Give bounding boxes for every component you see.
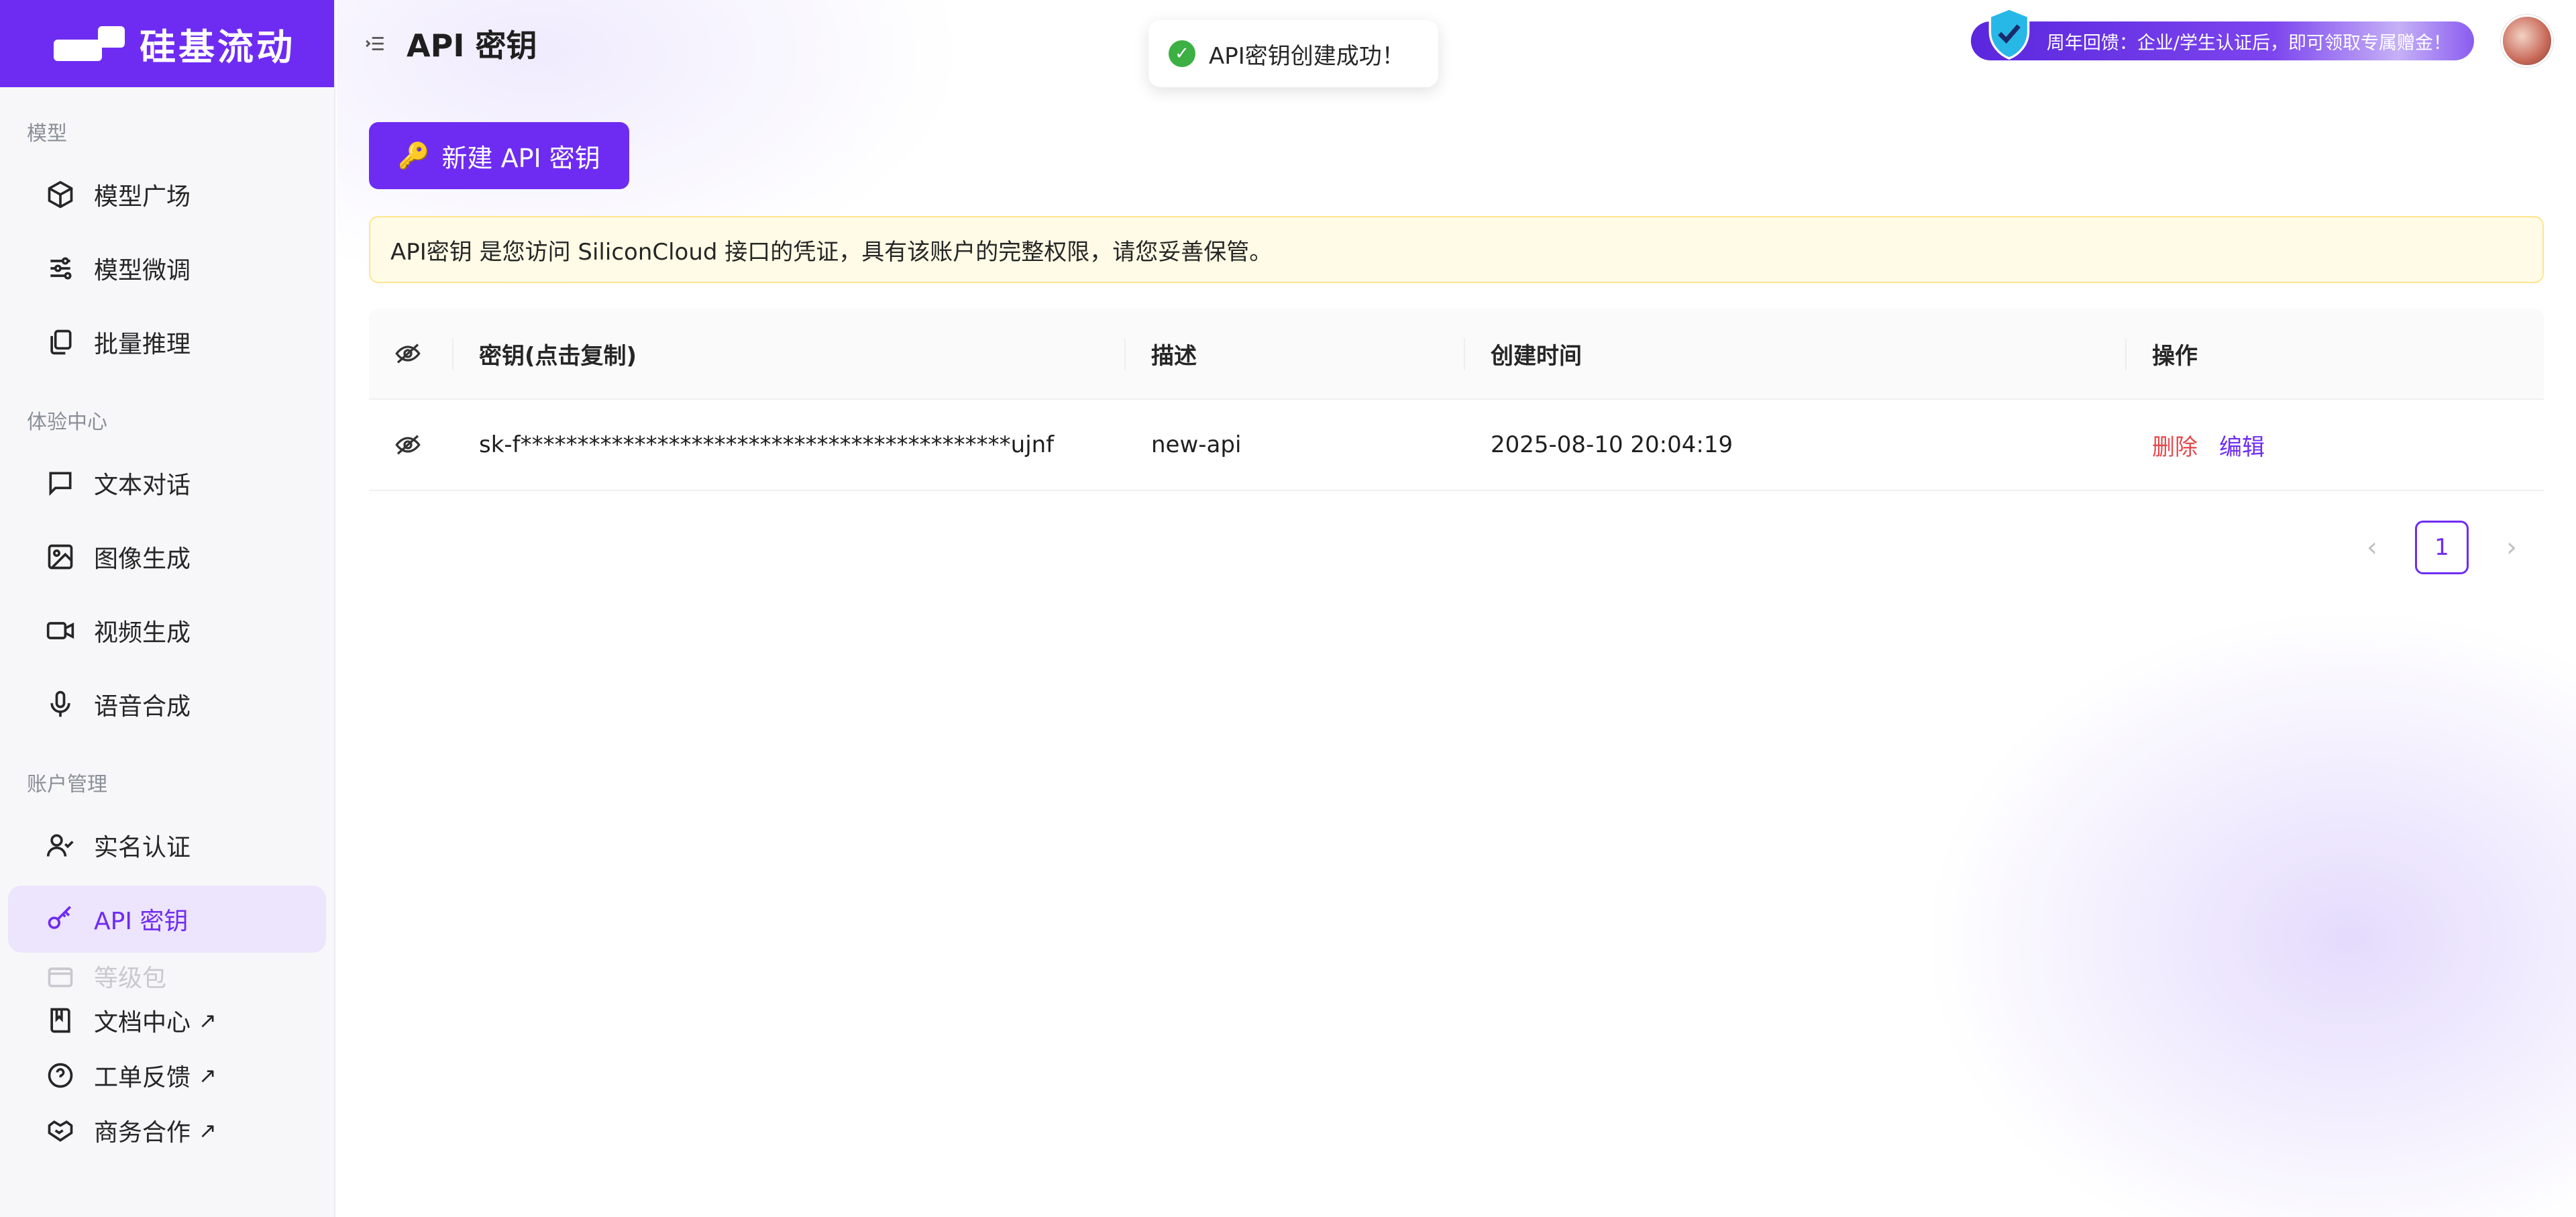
external-link-icon: ↗ bbox=[199, 1008, 217, 1033]
nav-group-title-account: 账户管理 bbox=[27, 773, 107, 796]
mic-icon bbox=[50, 690, 70, 717]
toggle-all-visibility[interactable] bbox=[369, 309, 452, 399]
sidebar-item-label: API 密钥 bbox=[94, 908, 189, 935]
api-key-description: new-api bbox=[1151, 431, 1242, 458]
column-header-description: 描述 bbox=[1124, 309, 1464, 399]
sidebar-link-docs[interactable]: 文档中心 ↗ bbox=[8, 993, 326, 1048]
column-header-created: 创建时间 bbox=[1464, 309, 2125, 399]
row-actions: 删除 编辑 bbox=[2125, 400, 2544, 490]
next-page-icon[interactable]: › bbox=[2502, 532, 2521, 563]
table-header-row: 密钥(点击复制) 描述 创建时间 操作 bbox=[369, 309, 2544, 400]
external-link-icon: ↗ bbox=[199, 1063, 217, 1088]
sidebar-item-verification[interactable]: 实名认证 bbox=[8, 812, 326, 879]
brand-logo[interactable]: 硅基流动 bbox=[0, 0, 334, 87]
brand-name: 硅基流动 bbox=[140, 25, 295, 68]
sidebar-link-label: 文档中心 bbox=[94, 1009, 191, 1037]
shield-check-icon bbox=[1988, 7, 2030, 60]
api-key-created-time: 2025-08-10 20:04:19 bbox=[1491, 431, 1733, 458]
video-icon bbox=[46, 622, 74, 639]
column-header-actions: 操作 bbox=[2125, 309, 2544, 399]
toggle-key-visibility[interactable] bbox=[369, 400, 452, 490]
sidebar-item-label: 视频生成 bbox=[94, 619, 191, 647]
security-notice: API密钥 是您访问 SiliconCloud 接口的凭证，具有该账户的完整权限… bbox=[369, 216, 2544, 283]
cube-icon bbox=[48, 180, 73, 209]
sidebar-item-label: 模型微调 bbox=[94, 257, 191, 284]
sidebar-item-api-keys[interactable]: API 密钥 bbox=[8, 886, 326, 953]
nav-group-title-models: 模型 bbox=[27, 122, 67, 146]
sidebar-item-speech-synthesis[interactable]: 语音合成 bbox=[8, 671, 326, 738]
sidebar-item-label: 批量推理 bbox=[94, 331, 191, 358]
toast-message: API密钥创建成功！ bbox=[1209, 42, 1405, 70]
sidebar-item-image-gen[interactable]: 图像生成 bbox=[8, 523, 326, 590]
sidebar-item-label: 语音合成 bbox=[94, 693, 191, 721]
sidebar-item-label: 文本对话 bbox=[94, 472, 191, 499]
nav-group-title-playground: 体验中心 bbox=[27, 411, 107, 434]
sidebar-item-level-package[interactable]: 等级包 bbox=[8, 959, 326, 993]
success-toast: ✓ API密钥创建成功！ bbox=[1148, 20, 1438, 87]
external-link-icon: ↗ bbox=[199, 1118, 217, 1143]
collapse-menu-icon[interactable] bbox=[364, 32, 386, 55]
sidebar: 硅基流动 模型 模型广场 模型微调 批量推理 体验中心 文本对话 图像生成 视频… bbox=[0, 0, 335, 1217]
sidebar-item-label: 实名认证 bbox=[94, 834, 191, 861]
sidebar-item-model-finetune[interactable]: 模型微调 bbox=[8, 235, 326, 302]
notice-text: API密钥 是您访问 SiliconCloud 接口的凭证，具有该账户的完整权限… bbox=[390, 238, 1273, 266]
copy-icon bbox=[50, 329, 72, 355]
logo-mark-icon bbox=[54, 26, 125, 61]
pagination: ‹ 1 › bbox=[2363, 521, 2521, 574]
handshake-icon bbox=[48, 1120, 73, 1142]
new-api-key-button[interactable]: 🔑 新建 API 密钥 bbox=[369, 122, 629, 189]
new-api-key-label: 新建 API 密钥 bbox=[441, 143, 600, 173]
book-icon bbox=[50, 1008, 70, 1033]
image-icon bbox=[48, 544, 73, 570]
sidebar-item-model-square[interactable]: 模型广场 bbox=[8, 161, 326, 228]
page-number-current[interactable]: 1 bbox=[2415, 521, 2469, 574]
page-title: API 密钥 bbox=[407, 28, 537, 64]
eye-off-icon bbox=[395, 343, 421, 364]
sidebar-link-business[interactable]: 商务合作 ↗ bbox=[8, 1103, 326, 1158]
table-row: sk-f************************************… bbox=[369, 400, 2544, 491]
help-icon bbox=[48, 1063, 73, 1088]
sidebar-item-text-chat[interactable]: 文本对话 bbox=[8, 449, 326, 517]
sidebar-item-video-gen[interactable]: 视频生成 bbox=[8, 597, 326, 664]
check-circle-icon: ✓ bbox=[1169, 40, 1195, 67]
user-check-icon bbox=[46, 834, 74, 857]
sidebar-item-label: 模型广场 bbox=[94, 183, 191, 211]
sidebar-link-label: 工单反馈 bbox=[94, 1064, 191, 1092]
sidebar-item-batch-inference[interactable]: 批量推理 bbox=[8, 309, 326, 376]
promo-text: 周年回馈：企业/学生认证后，即可领取专属赠金！ bbox=[2046, 32, 2451, 54]
main-content: API 密钥 ✓ API密钥创建成功！ 周年回馈：企业/学生认证后，即可领取专属… bbox=[337, 0, 2576, 1217]
user-avatar[interactable] bbox=[2501, 15, 2553, 67]
api-key-value[interactable]: sk-f************************************… bbox=[452, 400, 1124, 490]
sidebar-link-label: 商务合作 bbox=[94, 1119, 191, 1147]
prev-page-icon[interactable]: ‹ bbox=[2363, 532, 2381, 563]
api-keys-table: 密钥(点击复制) 描述 创建时间 操作 sk-f****************… bbox=[369, 309, 2544, 491]
column-header-key: 密钥(点击复制) bbox=[452, 309, 1124, 399]
sidebar-item-label: 等级包 bbox=[94, 965, 167, 992]
sidebar-link-ticket[interactable]: 工单反馈 ↗ bbox=[8, 1048, 326, 1103]
promo-banner[interactable]: 周年回馈：企业/学生认证后，即可领取专属赠金！ bbox=[1971, 21, 2474, 60]
edit-link[interactable]: 编辑 bbox=[2219, 429, 2265, 462]
sliders-icon bbox=[50, 257, 72, 280]
sidebar-item-label: 图像生成 bbox=[94, 545, 191, 573]
delete-link[interactable]: 删除 bbox=[2152, 429, 2198, 462]
wallet-icon bbox=[48, 967, 73, 988]
chat-icon bbox=[49, 472, 72, 496]
key-icon bbox=[48, 906, 71, 929]
key-emoji-icon: 🔑 bbox=[398, 140, 430, 170]
eye-off-icon bbox=[395, 435, 421, 455]
